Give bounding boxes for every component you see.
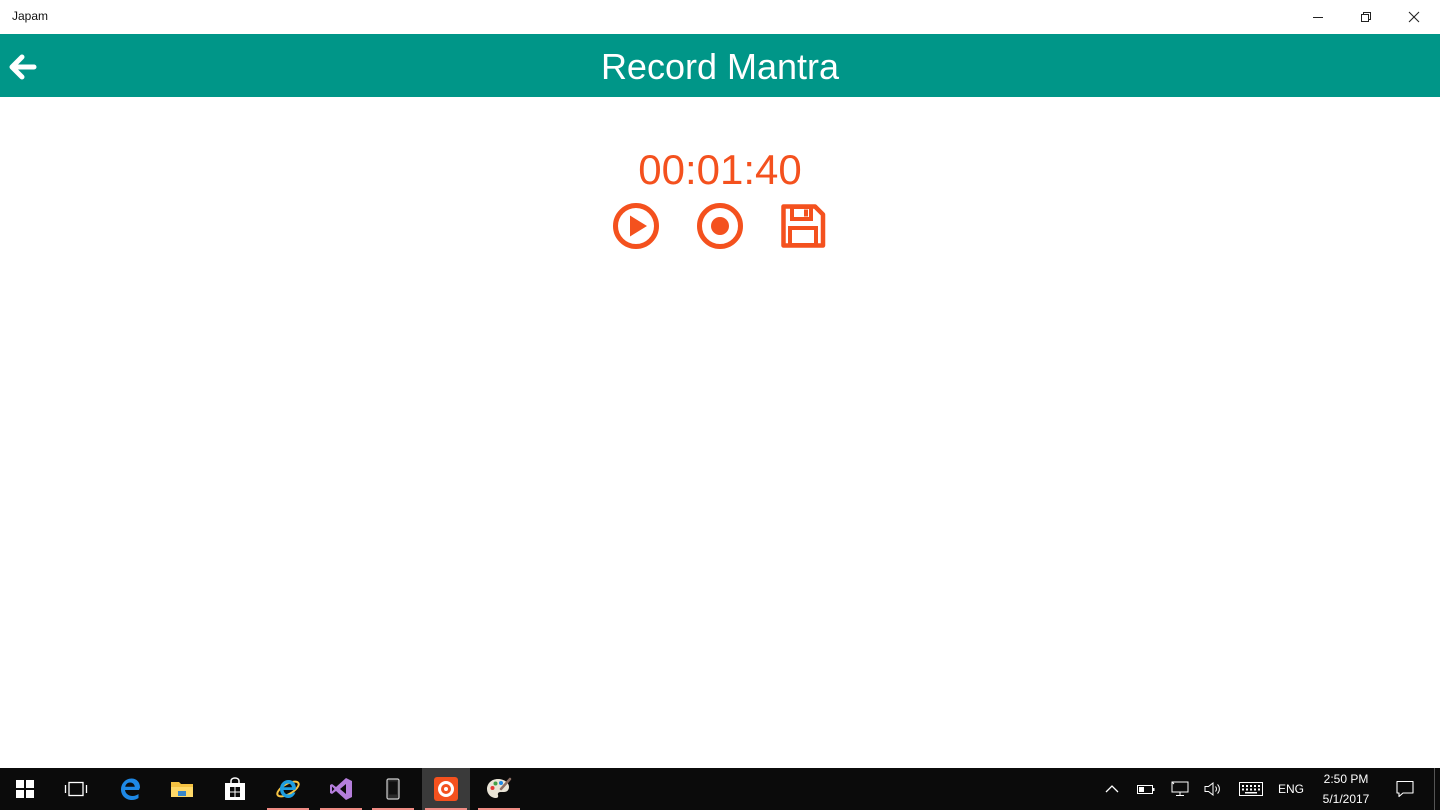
minimize-button[interactable] bbox=[1294, 0, 1342, 34]
show-desktop-button[interactable] bbox=[1434, 768, 1440, 810]
record-icon bbox=[697, 203, 743, 249]
phone-emulator-icon bbox=[386, 778, 400, 800]
window-title: Japam bbox=[12, 9, 49, 23]
minimize-icon bbox=[1313, 17, 1323, 18]
restore-icon bbox=[1361, 12, 1371, 22]
close-button[interactable] bbox=[1390, 0, 1438, 34]
play-icon bbox=[613, 203, 659, 249]
restore-button[interactable] bbox=[1342, 0, 1390, 34]
window-title-bar: Japam bbox=[0, 0, 1440, 34]
visual-studio-icon bbox=[330, 778, 352, 800]
network-button[interactable] bbox=[1164, 768, 1196, 810]
notification-icon bbox=[1396, 780, 1414, 798]
network-icon bbox=[1171, 781, 1189, 796]
keyboard-icon bbox=[1239, 782, 1263, 796]
windows-start-icon bbox=[16, 780, 34, 798]
edge-icon bbox=[121, 778, 140, 800]
taskbar-internet-explorer[interactable] bbox=[264, 768, 312, 810]
touch-keyboard-button[interactable] bbox=[1235, 768, 1267, 810]
play-button[interactable] bbox=[612, 202, 660, 250]
store-icon bbox=[225, 777, 245, 800]
volume-button[interactable] bbox=[1197, 768, 1229, 810]
taskbar-paint[interactable] bbox=[475, 768, 523, 810]
start-button[interactable] bbox=[1, 768, 49, 810]
japam-app-icon bbox=[434, 777, 458, 801]
battery-button[interactable] bbox=[1130, 768, 1162, 810]
action-center-button[interactable] bbox=[1389, 768, 1421, 810]
elapsed-timer: 00:01:40 bbox=[638, 146, 802, 193]
taskbar-visual-studio[interactable] bbox=[317, 768, 365, 810]
close-icon bbox=[1408, 11, 1420, 23]
clock-time: 2:50 PM bbox=[1323, 772, 1369, 786]
taskbar: ENG 2:50 PM 5/1/2017 bbox=[0, 768, 1440, 810]
system-clock[interactable]: 2:50 PM 5/1/2017 bbox=[1314, 768, 1378, 810]
file-explorer-icon bbox=[171, 782, 193, 797]
record-button[interactable] bbox=[696, 202, 744, 250]
floppy-disk-icon bbox=[781, 204, 826, 248]
chevron-up-icon bbox=[1105, 785, 1119, 793]
show-hidden-icons-button[interactable] bbox=[1096, 768, 1128, 810]
app-header: Record Mantra bbox=[0, 34, 1440, 97]
internet-explorer-icon bbox=[276, 780, 300, 798]
speaker-icon bbox=[1204, 781, 1220, 797]
taskbar-edge[interactable] bbox=[106, 768, 154, 810]
paint-icon bbox=[487, 777, 512, 798]
task-view-icon bbox=[64, 781, 88, 797]
clock-date: 5/1/2017 bbox=[1322, 792, 1370, 806]
page-title: Record Mantra bbox=[600, 46, 840, 87]
input-language[interactable]: ENG bbox=[1272, 768, 1310, 810]
taskbar-file-explorer[interactable] bbox=[158, 768, 206, 810]
battery-icon bbox=[1137, 785, 1155, 794]
taskbar-phone-emulator[interactable] bbox=[369, 768, 417, 810]
save-button[interactable] bbox=[779, 202, 827, 250]
task-view-button[interactable] bbox=[52, 768, 100, 810]
taskbar-store[interactable] bbox=[211, 768, 259, 810]
taskbar-japam[interactable] bbox=[422, 768, 470, 810]
